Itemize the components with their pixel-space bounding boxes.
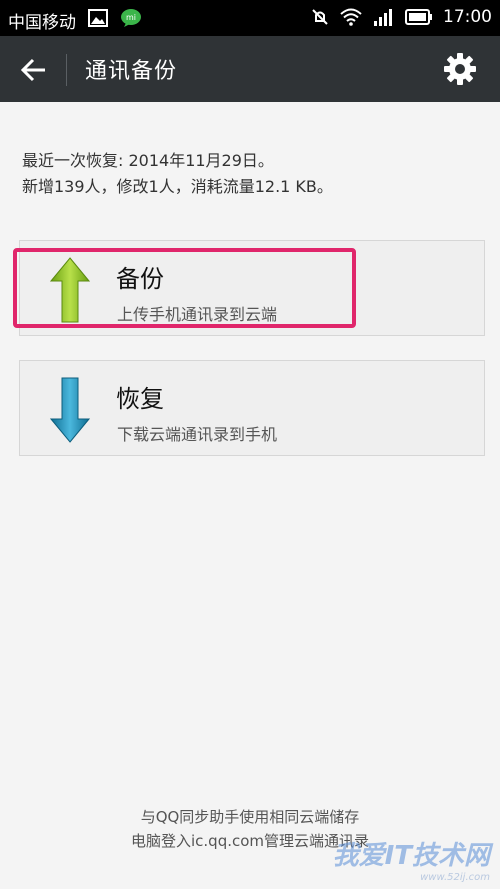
mute-icon: [312, 9, 328, 25]
clock: 17:00: [443, 7, 492, 27]
watermark-url: www.52ij.com: [420, 872, 490, 883]
backup-subtitle: 上传手机通讯录到云端: [117, 305, 278, 324]
last-restore-stats: 新增139人，修改1人，消耗流量12.1 KB。: [22, 177, 333, 196]
backup-title: 备份: [116, 265, 164, 293]
restore-button[interactable]: 恢复 下载云端通讯录到手机: [19, 360, 485, 456]
app-bar-divider: [66, 54, 67, 86]
watermark: 我爱IT技术网 www.52ij.com: [333, 835, 490, 883]
back-arrow-icon[interactable]: [18, 54, 50, 86]
arrow-up-icon: [50, 257, 90, 323]
page-title: 通讯备份: [85, 59, 178, 84]
battery-icon: [405, 9, 432, 25]
last-restore-date: 最近一次恢复: 2014年11月29日。: [22, 151, 274, 170]
arrow-down-icon: [50, 377, 90, 443]
status-bar: 中国移动 mi 17:00: [0, 0, 500, 36]
signal-icon: [374, 9, 392, 26]
svg-text:mi: mi: [126, 13, 136, 22]
gear-icon[interactable]: [442, 51, 478, 87]
wifi-icon: [340, 8, 362, 26]
restore-subtitle: 下载云端通讯录到手机: [117, 425, 278, 444]
footer-line-1: 与QQ同步助手使用相同云端储存: [140, 808, 360, 826]
restore-title: 恢复: [116, 385, 164, 413]
gallery-icon: [88, 9, 108, 27]
carrier-label: 中国移动: [8, 13, 76, 33]
backup-button[interactable]: 备份 上传手机通讯录到云端: [19, 240, 485, 336]
last-restore-info: 最近一次恢复: 2014年11月29日。 新增139人，修改1人，消耗流量12.…: [22, 148, 333, 200]
chat-app-icon: mi: [121, 9, 141, 27]
app-bar: 通讯备份: [0, 36, 500, 102]
watermark-text: 我爱IT技术网: [332, 841, 490, 871]
